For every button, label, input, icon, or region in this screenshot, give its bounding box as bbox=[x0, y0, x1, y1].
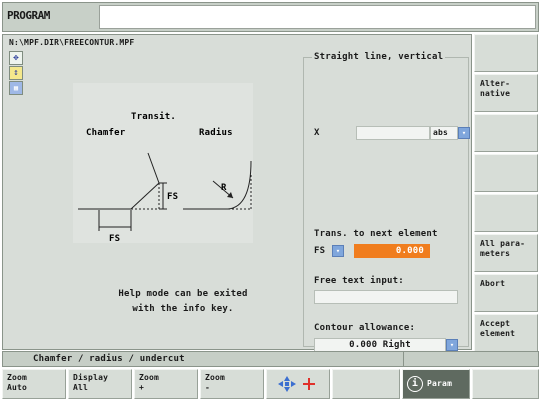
all-parameters-softkey-label: All para- meters bbox=[480, 239, 526, 258]
zoom-auto-button[interactable]: Zoom Auto bbox=[2, 369, 66, 399]
help-text-line2: with the info key. bbox=[132, 304, 234, 314]
all-parameters-softkey[interactable]: All para- meters bbox=[474, 234, 538, 272]
display-all-label: Display All bbox=[73, 373, 109, 392]
alternative-softkey[interactable]: Alter- native bbox=[474, 74, 538, 112]
fs-horizontal-label: FS bbox=[109, 234, 120, 244]
abort-softkey[interactable]: Abort bbox=[474, 274, 538, 312]
zoom-minus-button[interactable]: Zoom - bbox=[200, 369, 264, 399]
window-title: PROGRAM bbox=[7, 9, 50, 22]
x-unit-field[interactable]: abs bbox=[430, 126, 458, 140]
softkey-5[interactable] bbox=[474, 194, 538, 232]
main-area: N:\MPF.DIR\FREECONTUR.MPF ✥ ↕ ▦ Transit.… bbox=[2, 34, 472, 352]
empty-hkey-6[interactable] bbox=[332, 369, 400, 399]
abort-softkey-label: Abort bbox=[480, 279, 506, 288]
x-unit-dropdown-icon[interactable]: ▾ bbox=[458, 127, 470, 139]
status-bar: Chamfer / radius / undercut bbox=[2, 351, 539, 367]
alternative-softkey-label: Alter- native bbox=[480, 79, 511, 98]
title-bar: PROGRAM bbox=[2, 2, 539, 32]
x-unit: abs bbox=[433, 128, 449, 137]
chamfer-wall-line bbox=[147, 152, 160, 184]
r-label: R bbox=[221, 183, 227, 193]
trans-value-input[interactable]: 0.000 bbox=[354, 244, 430, 258]
trans-label: Trans. to next element bbox=[314, 229, 438, 239]
softkey-3[interactable] bbox=[474, 114, 538, 152]
zoom-auto-label: Zoom Auto bbox=[7, 373, 28, 392]
softkey-4[interactable] bbox=[474, 154, 538, 192]
empty-hkey-8[interactable] bbox=[472, 369, 539, 399]
accept-element-softkey-label: Accept element bbox=[480, 319, 516, 338]
x-input[interactable] bbox=[356, 126, 430, 140]
contour-dropdown-icon[interactable]: ▾ bbox=[446, 339, 458, 351]
info-icon: i bbox=[407, 376, 423, 392]
help-text-line1: Help mode can be exited bbox=[118, 289, 248, 299]
zoom-plus-button[interactable]: Zoom + bbox=[134, 369, 198, 399]
status-divider bbox=[403, 352, 404, 366]
zoom-plus-label: Zoom + bbox=[139, 373, 160, 392]
fs-vertical-label: FS bbox=[167, 192, 178, 202]
zoom-minus-label: Zoom - bbox=[205, 373, 226, 392]
help-text: Help mode can be exited with the info ke… bbox=[93, 287, 273, 317]
element-title: Straight line, vertical bbox=[312, 52, 446, 62]
vertical-softkey-bar: Alter- native All para- meters Abort Acc… bbox=[474, 34, 539, 352]
trans-type: FS bbox=[314, 246, 326, 256]
horizontal-softkey-bar: Zoom Auto Display All Zoom + Zoom - i Pa… bbox=[2, 369, 539, 399]
trans-type-dropdown-icon[interactable]: ▾ bbox=[332, 245, 344, 257]
title-message-area bbox=[99, 5, 536, 29]
radius-label: Radius bbox=[199, 127, 233, 138]
param-button[interactable]: i Param bbox=[402, 369, 470, 399]
contour-input[interactable]: 0.000 Right bbox=[314, 338, 446, 352]
radius-arc bbox=[227, 160, 252, 210]
param-label: Param bbox=[427, 379, 453, 388]
contour-value: 0.000 Right bbox=[349, 340, 411, 350]
accept-element-softkey[interactable]: Accept element bbox=[474, 314, 538, 352]
pan-button[interactable] bbox=[266, 369, 330, 399]
display-all-button[interactable]: Display All bbox=[68, 369, 132, 399]
free-text-input[interactable] bbox=[314, 290, 458, 304]
pan-cross-icon bbox=[278, 376, 315, 392]
softkey-1[interactable] bbox=[474, 34, 538, 72]
x-label: X bbox=[314, 128, 320, 138]
status-text: Chamfer / radius / undercut bbox=[33, 354, 185, 364]
free-text-label: Free text input: bbox=[314, 276, 404, 286]
chamfer-label: Chamfer bbox=[86, 128, 126, 138]
chamfer-edge-line bbox=[130, 182, 160, 210]
help-heading: Transit. bbox=[131, 111, 176, 122]
contour-label: Contour allowance: bbox=[314, 323, 416, 333]
parameter-panel: Straight line, vertical X abs ▾ Trans. t… bbox=[303, 52, 470, 352]
radius-arrowhead bbox=[227, 192, 233, 198]
